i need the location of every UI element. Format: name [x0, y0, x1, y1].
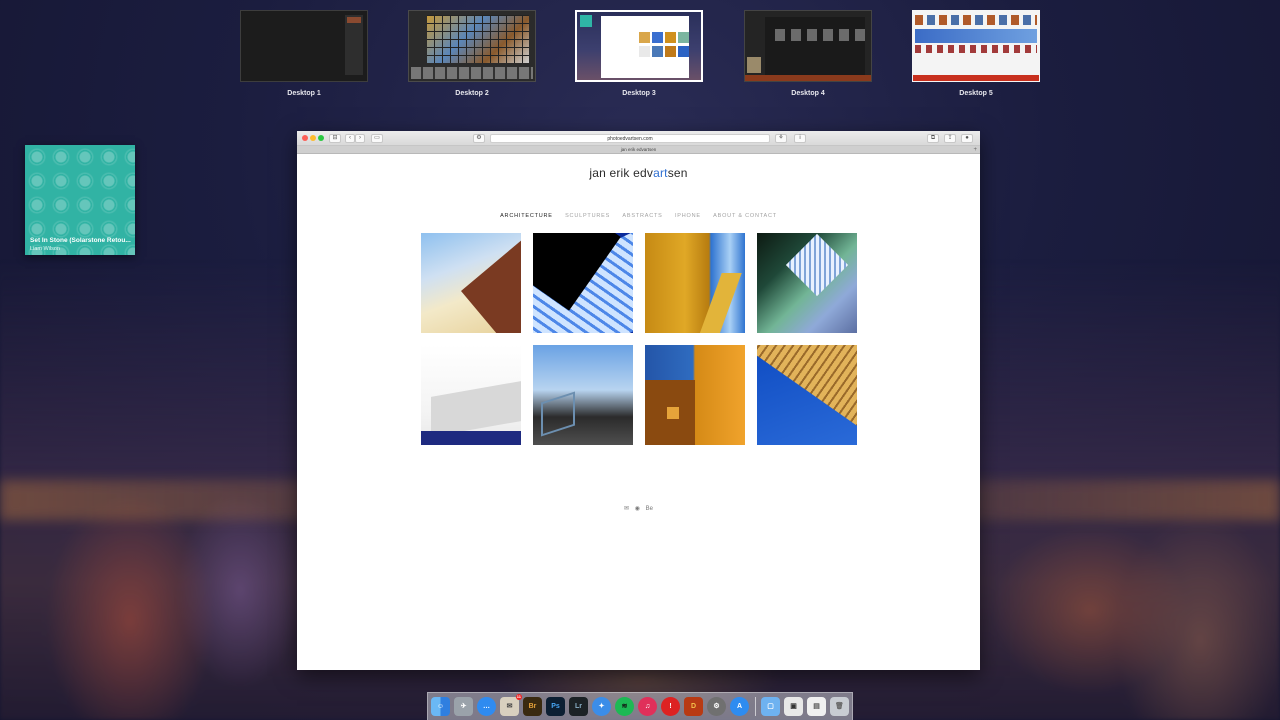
launchpad-icon[interactable]: ✈ — [454, 697, 473, 716]
preview-icon[interactable]: ▣ — [784, 697, 803, 716]
trash-icon[interactable]: 🗑 — [830, 697, 849, 716]
photoshop-icon[interactable]: Ps — [546, 697, 565, 716]
gallery-photo[interactable] — [533, 233, 633, 333]
flickr-icon[interactable]: ◉ — [635, 506, 640, 512]
space-thumbnail[interactable] — [744, 10, 872, 82]
tab-bar[interactable]: jan erik edvartsen + — [297, 146, 980, 154]
space-thumbnail[interactable] — [912, 10, 1040, 82]
track-title: Set In Stone (Solarstone Retou... — [30, 237, 131, 244]
safari-icon[interactable]: ✦ — [592, 697, 611, 716]
sidebar-toggle-button[interactable]: ⊟ — [329, 134, 341, 143]
space-thumbnail[interactable] — [240, 10, 368, 82]
nav-sculptures[interactable]: SCULPTURES — [565, 213, 610, 219]
space-thumbnail[interactable] — [575, 10, 703, 82]
space-thumbnail[interactable] — [408, 10, 536, 82]
space-desktop-5[interactable]: Desktop 5 — [912, 10, 1040, 97]
nav-architecture[interactable]: ARCHITECTURE — [500, 213, 553, 219]
messages-icon[interactable]: … — [477, 697, 496, 716]
mail-badge: 11 — [515, 694, 522, 700]
behance-icon[interactable]: Be — [646, 506, 653, 512]
show-all-tabs-button[interactable]: ▭ — [371, 134, 383, 143]
track-artist: Liam Wilson — [30, 246, 60, 252]
lightroom-icon[interactable]: Lr — [569, 697, 588, 716]
gallery-photo[interactable] — [645, 345, 745, 445]
now-playing-window[interactable]: Set In Stone (Solarstone Retou... Liam W… — [25, 145, 135, 255]
doom-icon[interactable]: D — [684, 697, 703, 716]
extension-icon[interactable]: ⚙ — [473, 134, 485, 143]
back-button[interactable]: ‹ — [345, 134, 355, 143]
space-desktop-3[interactable]: Desktop 3 — [575, 10, 703, 97]
nav-iphone[interactable]: IPHONE — [675, 213, 701, 219]
address-bar[interactable]: photoedvartsen.com — [490, 134, 770, 143]
itunes-icon[interactable]: ♫ — [638, 697, 657, 716]
site-title[interactable]: jan erik edvartsen — [297, 166, 980, 180]
space-label: Desktop 2 — [455, 90, 489, 97]
close-button[interactable] — [302, 135, 308, 141]
gallery-photo[interactable] — [757, 345, 857, 445]
app-store-icon[interactable]: A — [730, 697, 749, 716]
space-desktop-1[interactable]: Desktop 1 — [240, 10, 368, 97]
forward-button[interactable]: › — [355, 134, 365, 143]
share-icon[interactable]: ⇪ — [944, 134, 956, 143]
downloads-folder-icon[interactable]: ▢ — [761, 697, 780, 716]
social-links: ✉ ◉ Be — [297, 505, 980, 512]
space-label: Desktop 5 — [959, 90, 993, 97]
downloads-icon[interactable]: ● — [961, 134, 973, 143]
gallery-photo[interactable] — [533, 345, 633, 445]
site-nav: ARCHITECTURE SCULPTURES ABSTRACTS IPHONE… — [297, 213, 980, 219]
finder-icon[interactable]: ☺ — [431, 697, 450, 716]
nav-about-contact[interactable]: ABOUT & CONTACT — [713, 213, 777, 219]
system-preferences-icon[interactable]: ⚙ — [707, 697, 726, 716]
gallery-photo[interactable] — [645, 233, 745, 333]
space-label: Desktop 1 — [287, 90, 321, 97]
safari-window[interactable]: ⊟ ‹ › ▭ ⚙ photoedvartsen.com ⚘ i ⧉ ⇪ ● j… — [297, 131, 980, 670]
space-label: Desktop 3 — [622, 90, 656, 97]
email-icon[interactable]: ✉ — [624, 506, 629, 512]
photo-gallery — [421, 233, 857, 445]
extension-button[interactable]: i — [794, 134, 806, 143]
new-tab-button[interactable]: + — [973, 146, 977, 154]
nav-abstracts[interactable]: ABSTRACTS — [622, 213, 662, 219]
dock: ☺ ✈ … ✉ 11 Br Ps Lr ✦ ≋ ♫ ! D ⚙ A ▢ ▣ ▤ 🗑 — [427, 692, 853, 720]
gallery-photo[interactable] — [757, 233, 857, 333]
minimize-button[interactable] — [310, 135, 316, 141]
reader-icon[interactable]: ⚘ — [775, 134, 787, 143]
tab-title[interactable]: jan erik edvartsen — [621, 147, 657, 152]
dock-separator — [755, 697, 756, 716]
bridge-icon[interactable]: Br — [523, 697, 542, 716]
gallery-photo[interactable] — [421, 233, 521, 333]
space-desktop-4[interactable]: Desktop 4 — [744, 10, 872, 97]
space-desktop-2[interactable]: Desktop 2 — [408, 10, 536, 97]
spaces-bar: Desktop 1 Desktop 2 Desktop 3 Desktop 4 … — [0, 10, 1280, 100]
tabs-icon[interactable]: ⧉ — [927, 134, 939, 143]
browser-toolbar: ⊟ ‹ › ▭ ⚙ photoedvartsen.com ⚘ i ⧉ ⇪ ● — [297, 131, 980, 146]
zoom-button[interactable] — [318, 135, 324, 141]
gallery-photo[interactable] — [421, 345, 521, 445]
document-stack-icon[interactable]: ▤ — [807, 697, 826, 716]
space-label: Desktop 4 — [791, 90, 825, 97]
mail-icon[interactable]: ✉ 11 — [500, 694, 522, 716]
spotify-icon[interactable]: ≋ — [615, 697, 634, 716]
reminders-icon[interactable]: ! — [661, 697, 680, 716]
